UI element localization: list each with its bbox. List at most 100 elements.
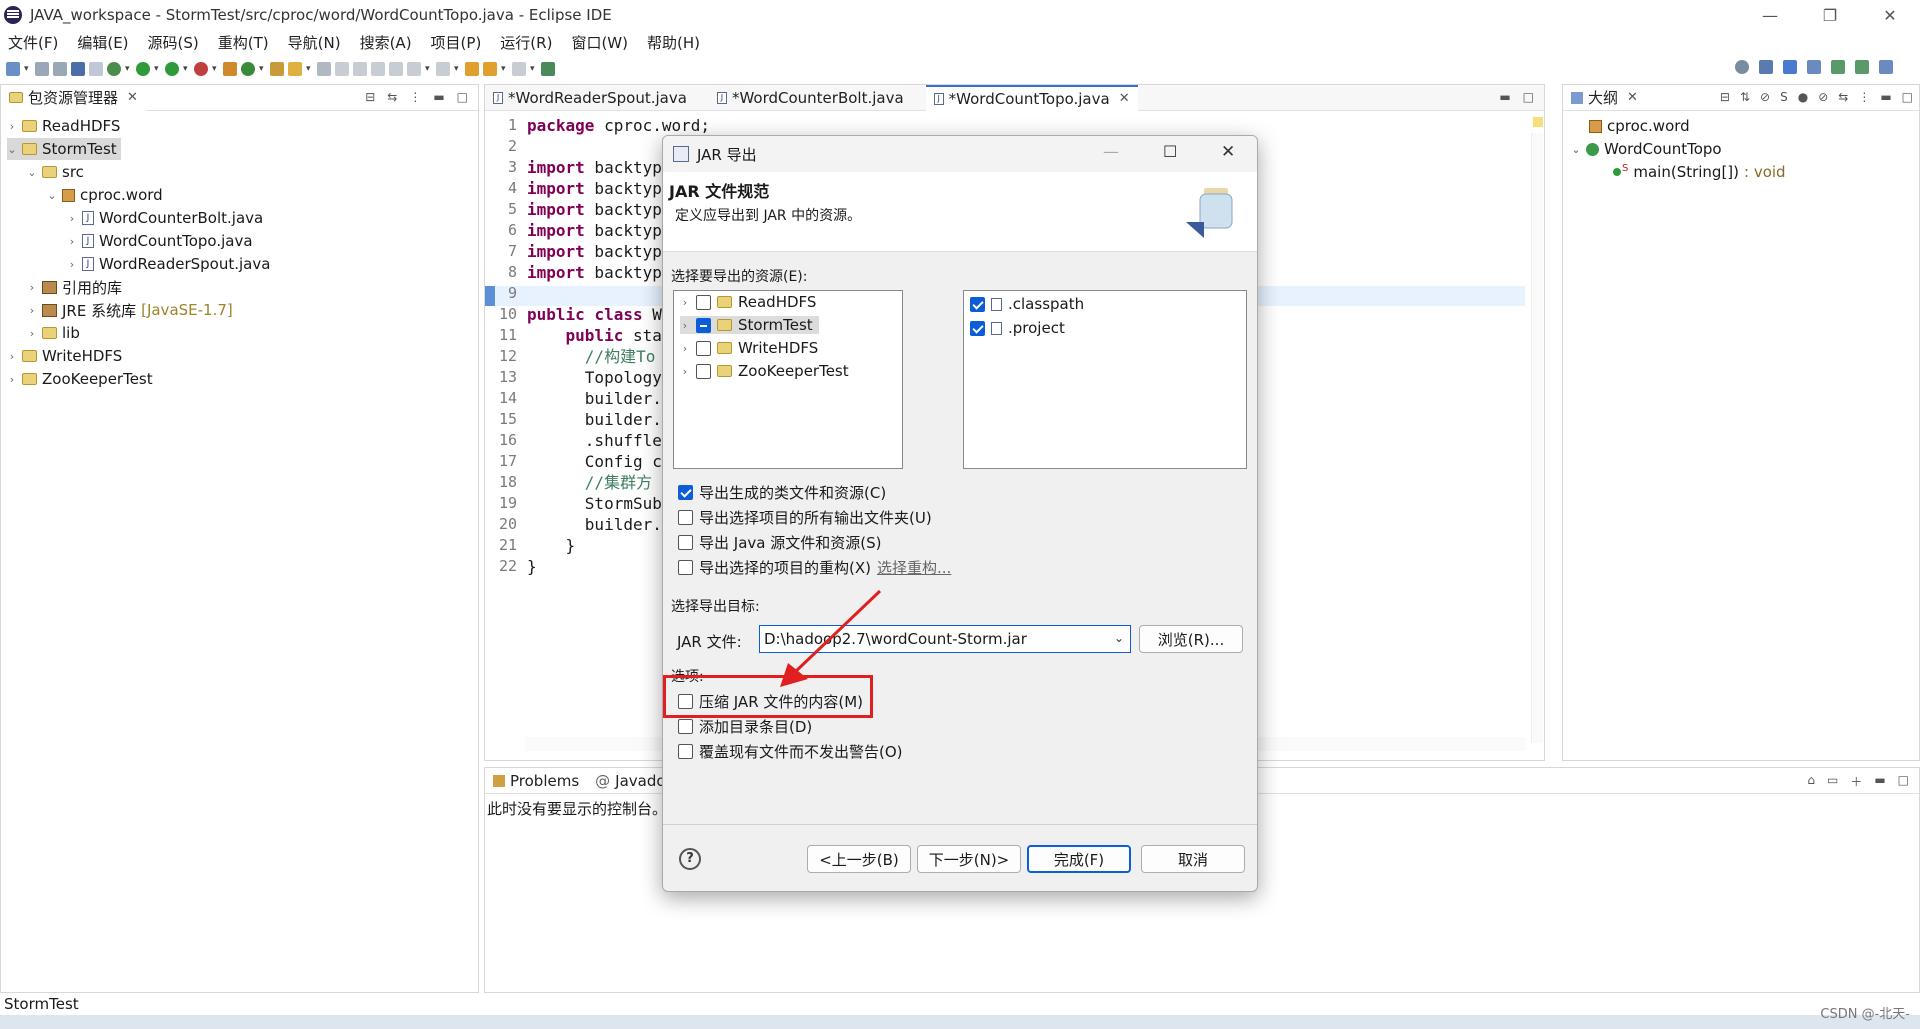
collapse-all-icon[interactable]: ⊟ xyxy=(365,90,375,104)
dropdown-icon[interactable]: ▾ xyxy=(154,62,161,76)
pilcrow-icon[interactable] xyxy=(389,62,403,76)
dropdown-icon[interactable]: ▾ xyxy=(530,62,537,76)
save-icon[interactable] xyxy=(35,62,49,76)
chevron-down-icon[interactable]: ⌄ xyxy=(47,189,57,202)
close-tab-icon[interactable]: ✕ xyxy=(127,90,138,105)
code-line[interactable]: } xyxy=(527,556,537,577)
back-icon[interactable] xyxy=(483,62,497,76)
code-line[interactable]: builder. xyxy=(527,409,662,430)
outline-item-package[interactable]: cproc.word xyxy=(1589,115,1690,137)
checkbox[interactable] xyxy=(678,719,693,734)
menu-source[interactable]: 源码(S) xyxy=(148,32,199,53)
code-line[interactable]: import backtyp xyxy=(527,199,662,220)
select-refactorings-link[interactable]: 选择重构... xyxy=(877,557,951,578)
chevron-right-icon[interactable]: › xyxy=(7,373,17,386)
tree-item-zookeepertest[interactable]: › ZooKeeperTest xyxy=(7,368,153,390)
chevron-right-icon[interactable]: › xyxy=(67,212,77,225)
menu-file[interactable]: 文件(F) xyxy=(8,32,58,53)
tree-item-wordcounttopo[interactable]: › J WordCountTopo.java xyxy=(67,230,253,252)
file-checkbox[interactable] xyxy=(970,296,985,312)
hide-local-types-icon[interactable]: ⊘ xyxy=(1818,90,1828,104)
chevron-right-icon[interactable]: › xyxy=(680,365,690,378)
minimize-view-icon[interactable]: ▬ xyxy=(1499,90,1510,104)
close-tab-icon[interactable]: ✕ xyxy=(1627,90,1638,105)
close-tab-icon[interactable]: ✕ xyxy=(1119,91,1130,106)
dropdown-icon[interactable]: ▾ xyxy=(454,62,461,76)
pin-editor-icon[interactable] xyxy=(541,62,555,76)
help-icon[interactable]: ? xyxy=(679,848,701,870)
files-list[interactable]: .classpath .project xyxy=(963,290,1247,469)
tree-item-wordcounterbolt[interactable]: › J WordCounterBolt.java xyxy=(67,207,263,229)
maximize-view-icon[interactable]: □ xyxy=(1902,90,1913,104)
forward-icon[interactable] xyxy=(512,62,526,76)
search-tool-icon[interactable] xyxy=(288,62,302,76)
code-line[interactable]: Config c xyxy=(527,451,662,472)
tree-item-readhdfs[interactable]: › ReadHDFS xyxy=(7,115,121,137)
java-ee-perspective-icon[interactable] xyxy=(1807,60,1821,74)
tree-item-lib[interactable]: › lib xyxy=(27,322,80,344)
dropdown-icon[interactable]: ▾ xyxy=(212,62,219,76)
next-annotation-icon[interactable] xyxy=(407,62,421,76)
code-line[interactable]: public sta xyxy=(527,325,662,346)
restore-button[interactable]: ❐ xyxy=(1800,0,1860,30)
open-type-icon[interactable] xyxy=(270,62,284,76)
chevron-down-icon[interactable]: ⌄ xyxy=(7,143,17,156)
view-menu-icon[interactable]: ⋮ xyxy=(1858,90,1870,104)
block-select-icon[interactable] xyxy=(353,62,367,76)
save-all-icon[interactable] xyxy=(53,62,67,76)
code-line[interactable]: .shuffle xyxy=(527,430,662,451)
code-line[interactable]: builder. xyxy=(527,388,662,409)
close-window-button[interactable]: ✕ xyxy=(1860,0,1920,30)
skip-breakpoints-icon[interactable] xyxy=(89,62,103,76)
chevron-right-icon[interactable]: › xyxy=(67,258,77,271)
project-checkbox[interactable] xyxy=(696,317,711,333)
project-checkbox[interactable] xyxy=(696,294,711,310)
opt-overwrite-silently[interactable]: 覆盖现有文件而不发出警告(O) xyxy=(678,741,903,762)
tab-wordreaderspout[interactable]: J *WordReaderSpout.java xyxy=(485,85,695,111)
dropdown-icon[interactable]: ▾ xyxy=(183,62,190,76)
project-checkbox[interactable] xyxy=(696,363,711,379)
code-line[interactable]: import backtyp xyxy=(527,241,662,262)
tree-item-writehdfs[interactable]: › WriteHDFS xyxy=(7,345,123,367)
annotation-icon[interactable] xyxy=(317,62,331,76)
chevron-right-icon[interactable]: › xyxy=(27,327,37,340)
code-line[interactable]: //构建To xyxy=(527,346,656,367)
back-button[interactable]: <上一步(B) xyxy=(807,845,911,873)
new-class-icon[interactable] xyxy=(241,62,255,76)
project-row-readhdfs[interactable]: › ReadHDFS xyxy=(680,293,817,311)
project-checkbox[interactable] xyxy=(696,340,711,356)
menu-project[interactable]: 项目(P) xyxy=(431,32,482,53)
chevron-down-icon[interactable]: ⌄ xyxy=(1571,143,1581,156)
java-perspective-icon[interactable] xyxy=(1783,60,1797,74)
new-icon[interactable] xyxy=(6,62,20,76)
link-editor-icon[interactable]: ⇆ xyxy=(387,90,397,104)
chevron-down-icon[interactable]: ⌄ xyxy=(1114,631,1124,645)
hide-static-icon[interactable]: S xyxy=(1780,90,1788,104)
toggle-mark-icon[interactable] xyxy=(335,62,349,76)
browse-button[interactable]: 浏览(R)... xyxy=(1139,625,1243,653)
checkbox[interactable] xyxy=(678,535,693,550)
team-perspective-icon[interactable] xyxy=(1879,60,1893,74)
tree-item-wordreaderspout[interactable]: › J WordReaderSpout.java xyxy=(67,253,271,275)
open-console-icon[interactable]: ＋ xyxy=(1850,773,1862,790)
debug-perspective-icon[interactable] xyxy=(1831,60,1845,74)
tree-item-stormtest[interactable]: ⌄ StormTest xyxy=(7,138,121,160)
chevron-right-icon[interactable]: › xyxy=(680,319,690,332)
menu-help[interactable]: 帮助(H) xyxy=(647,32,700,53)
prev-annotation-icon[interactable] xyxy=(436,62,450,76)
opt-export-output-folders[interactable]: 导出选择项目的所有输出文件夹(U) xyxy=(678,507,932,528)
opt-add-directory-entries[interactable]: 添加目录条目(D) xyxy=(678,716,812,737)
project-row-stormtest[interactable]: › StormTest xyxy=(680,316,819,334)
code-line[interactable]: import backtyp xyxy=(527,262,662,283)
tree-item-referenced-libs[interactable]: › 引用的库 xyxy=(27,276,122,298)
sort-icon[interactable]: ⇅ xyxy=(1740,90,1750,104)
menu-edit[interactable]: 编辑(E) xyxy=(77,32,128,53)
checkbox[interactable] xyxy=(678,510,693,525)
maximize-view-icon[interactable]: □ xyxy=(1523,90,1534,104)
file-row-classpath[interactable]: .classpath xyxy=(970,295,1084,313)
menu-window[interactable]: 窗口(W) xyxy=(571,32,628,53)
dialog-minimize-button[interactable]: — xyxy=(1103,142,1119,161)
chevron-right-icon[interactable]: › xyxy=(7,350,17,363)
chevron-right-icon[interactable]: › xyxy=(27,304,37,317)
opt-export-java-sources[interactable]: 导出 Java 源文件和资源(S) xyxy=(678,532,881,553)
